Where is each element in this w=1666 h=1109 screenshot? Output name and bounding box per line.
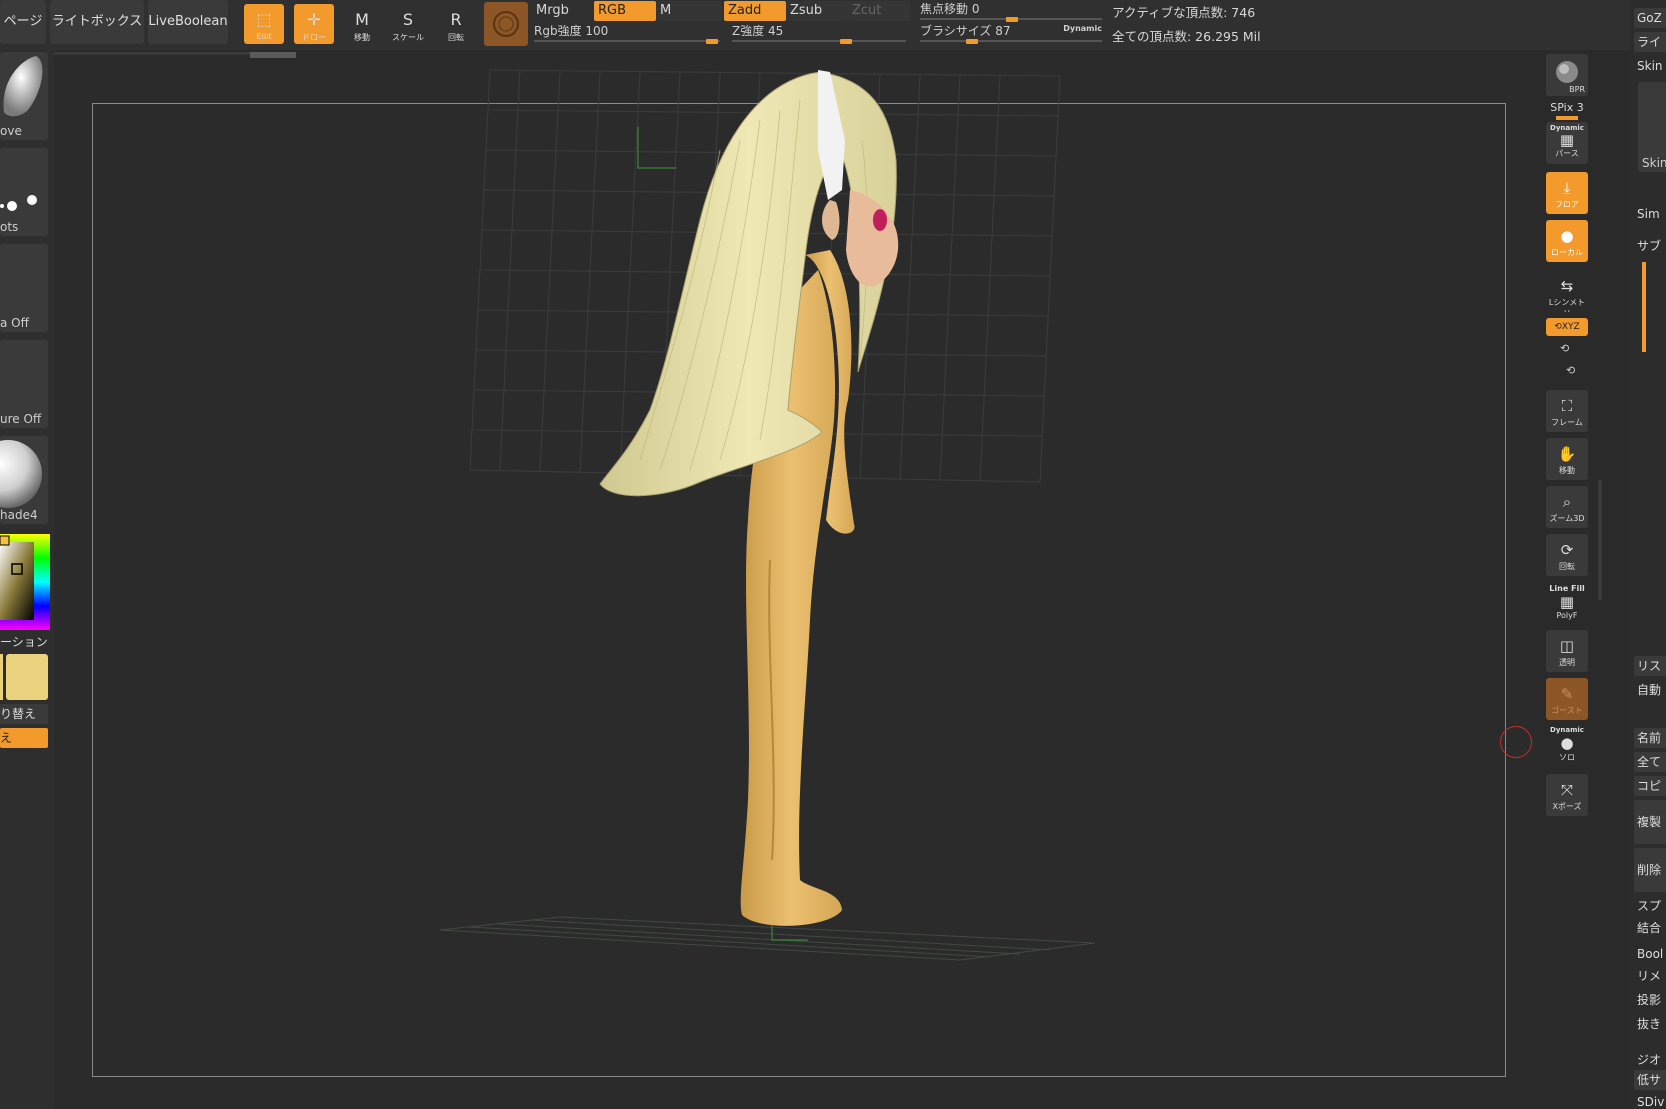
zoom-icon: ⌕ [1562, 493, 1572, 511]
local-icon: ● [1560, 227, 1574, 245]
bpr-button[interactable]: BPR [1546, 54, 1588, 96]
perspective-label: パース [1555, 149, 1579, 158]
spix-slider[interactable]: SPix 3 [1541, 101, 1593, 114]
ghost-button[interactable]: ✎ ゴースト [1546, 678, 1588, 720]
polyframe-icon: ▦ [1559, 593, 1575, 611]
merge-button[interactable]: 結合 [1634, 918, 1666, 938]
move-view-label: 移動 [1559, 466, 1575, 475]
copy-button[interactable]: コピ [1634, 776, 1666, 796]
remesh-button[interactable]: リメ [1634, 966, 1666, 986]
tool-thumbnail-caption: Skin [1642, 156, 1666, 170]
xpose-button[interactable]: ⤧ Xポーズ [1546, 774, 1588, 816]
floor-button[interactable]: ⤓ フロア [1546, 172, 1588, 214]
zoom3d-label: ズーム3D [1549, 514, 1585, 523]
bpr-sphere-icon [1556, 61, 1578, 83]
local-label: ローカル [1551, 248, 1583, 257]
axis-gizmo [637, 127, 676, 169]
polyf-label: PolyF [1556, 611, 1578, 620]
floor-icon: ⤓ [1563, 179, 1571, 197]
xpose-icon: ⤧ [1560, 781, 1573, 799]
y-axis-icon[interactable]: ⟲ [1560, 342, 1569, 355]
solo-button[interactable]: Dynamic ● ソロ [1546, 724, 1588, 766]
duplicate-button[interactable]: 複製 [1634, 800, 1666, 844]
solo-icon: ● [1560, 734, 1574, 752]
spix-slider-knob[interactable] [1556, 116, 1578, 120]
geometry-header[interactable]: ジオ [1634, 1050, 1666, 1070]
rename-button[interactable]: 名前 [1634, 728, 1666, 748]
hand-icon: ✋ [1557, 445, 1577, 463]
floor-label: フロア [1555, 200, 1579, 209]
ghost-icon: ✎ [1560, 685, 1574, 703]
split-button[interactable]: スプ [1634, 896, 1666, 916]
bpr-label: BPR [1569, 85, 1585, 94]
polyframe-button[interactable]: Line Fill ▦ PolyF [1546, 582, 1588, 624]
transparent-button[interactable]: ◫ 透明 [1546, 630, 1588, 672]
extract-button[interactable]: 抜き [1634, 1014, 1666, 1034]
auto-collapse-button[interactable]: 自動 [1634, 680, 1666, 700]
all-low-button[interactable]: 全て [1634, 752, 1666, 772]
rotate-view-icon: ⟳ [1560, 541, 1574, 559]
lsym-button[interactable]: ⇆ Lシンメトリ [1546, 270, 1588, 312]
character-model[interactable] [599, 70, 899, 926]
xpose-label: Xポーズ [1552, 802, 1582, 811]
z-axis-icon[interactable]: ⟲ [1566, 364, 1575, 377]
transparent-label: 透明 [1559, 658, 1575, 667]
zoom3d-button[interactable]: ⌕ ズーム3D [1546, 486, 1588, 528]
rotate-view-label: 回転 [1559, 562, 1575, 571]
ghost-label: ゴースト [1551, 706, 1583, 715]
skin-label: Skin [1637, 59, 1663, 73]
lsym-label: Lシンメトリ [1548, 298, 1586, 312]
move-view-button[interactable]: ✋ 移動 [1546, 438, 1588, 480]
3d-scene [439, 69, 1096, 961]
sdiv-slider[interactable]: SDiv [1634, 1092, 1666, 1109]
rotate-view-button[interactable]: ⟳ 回転 [1546, 534, 1588, 576]
brush-cursor [1500, 726, 1532, 758]
linefill-label: Line Fill [1549, 584, 1585, 593]
xyz-label: XYZ [1561, 322, 1580, 332]
delete-button[interactable]: 削除 [1634, 848, 1666, 892]
rotate-axis-icon: ⟲ [1554, 322, 1562, 332]
subtool-header[interactable]: サブ [1634, 236, 1666, 256]
perspective-button[interactable]: Dynamic ▦ パース [1546, 122, 1588, 164]
list-all-button[interactable]: リス [1634, 656, 1666, 676]
solo-label: ソロ [1559, 753, 1575, 762]
lightbox-tool-button[interactable]: ライ [1634, 32, 1666, 52]
project-button[interactable]: 投影 [1634, 990, 1666, 1010]
panel-resize-handle[interactable] [1598, 480, 1602, 600]
goz-button[interactable]: GoZ [1634, 8, 1666, 28]
tool-thumbnail[interactable]: Skin [1638, 82, 1666, 172]
transparent-icon: ◫ [1559, 637, 1575, 655]
xyz-button[interactable]: ⟲XYZ [1546, 318, 1588, 336]
perspective-icon: ▦ [1559, 131, 1575, 149]
dynamic-solo-label: Dynamic [1550, 726, 1584, 734]
lsym-icon: ⇆ [1560, 277, 1574, 295]
subtool-selection-bar [1642, 262, 1646, 352]
lower-subdiv-button[interactable]: 低サ [1634, 1070, 1666, 1090]
frame-icon: ⛶ [1561, 397, 1573, 415]
boolean-button[interactable]: Bool [1634, 944, 1666, 964]
frame-label: フレーム [1551, 418, 1583, 427]
frame-button[interactable]: ⛶ フレーム [1546, 390, 1588, 432]
local-button[interactable]: ● ローカル [1546, 220, 1588, 262]
simple-label: Sim [1637, 207, 1660, 221]
